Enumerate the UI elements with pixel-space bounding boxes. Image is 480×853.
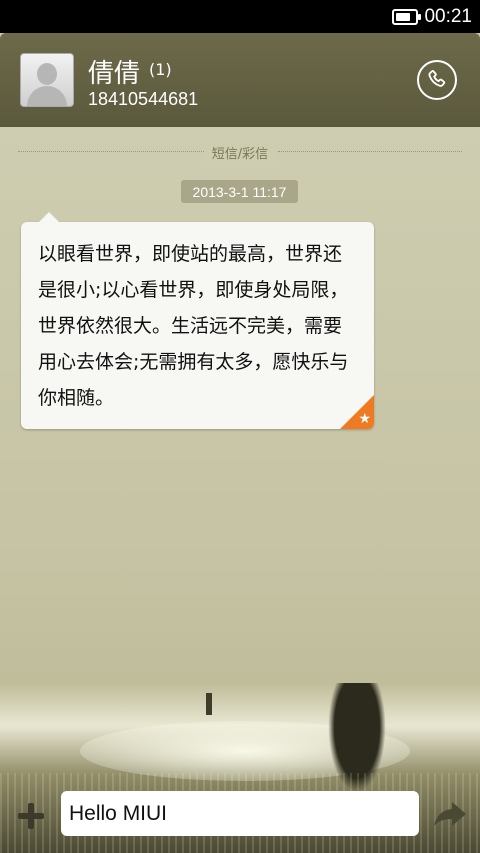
contact-avatar[interactable]: [20, 53, 74, 107]
message-text: 以眼看世界，即使站的最高，世界还是很小;以心看世界，即使身处局限，世界依然很大。…: [38, 243, 349, 409]
message-bubble[interactable]: 以眼看世界，即使站的最高，世界还是很小;以心看世界，即使身处局限，世界依然很大。…: [21, 212, 374, 429]
unread-count: (1): [149, 60, 172, 79]
send-arrow-icon: [434, 802, 466, 826]
background-scene: Hello MIUI: [0, 683, 480, 853]
message-type-divider: 短信/彩信: [205, 147, 275, 162]
default-avatar-icon: [37, 63, 57, 85]
star-icon: ★: [358, 411, 371, 427]
contact-header[interactable]: 倩倩 (1) 18410544681: [0, 33, 480, 127]
call-button[interactable]: [417, 60, 457, 100]
contact-name: 倩倩: [88, 59, 141, 89]
status-time: 00:21: [424, 5, 472, 27]
contact-phone: 18410544681: [88, 89, 199, 109]
composer-bar: Hello MIUI: [0, 789, 480, 853]
call-icon: [428, 70, 446, 87]
conversation-area[interactable]: 短信/彩信 2013-3-1 11:17 以眼看世界，即使站的最高，世界还是很小…: [0, 127, 480, 853]
send-button[interactable]: [432, 799, 468, 829]
message-input[interactable]: Hello MIUI: [61, 791, 419, 836]
status-bar: 00:21: [0, 0, 480, 33]
add-attachment-button[interactable]: [16, 801, 46, 831]
star-badge[interactable]: ★: [340, 395, 374, 429]
battery-icon: [392, 8, 422, 25]
lighthouse-image: [206, 693, 212, 715]
message-timestamp: 2013-3-1 11:17: [181, 180, 298, 203]
